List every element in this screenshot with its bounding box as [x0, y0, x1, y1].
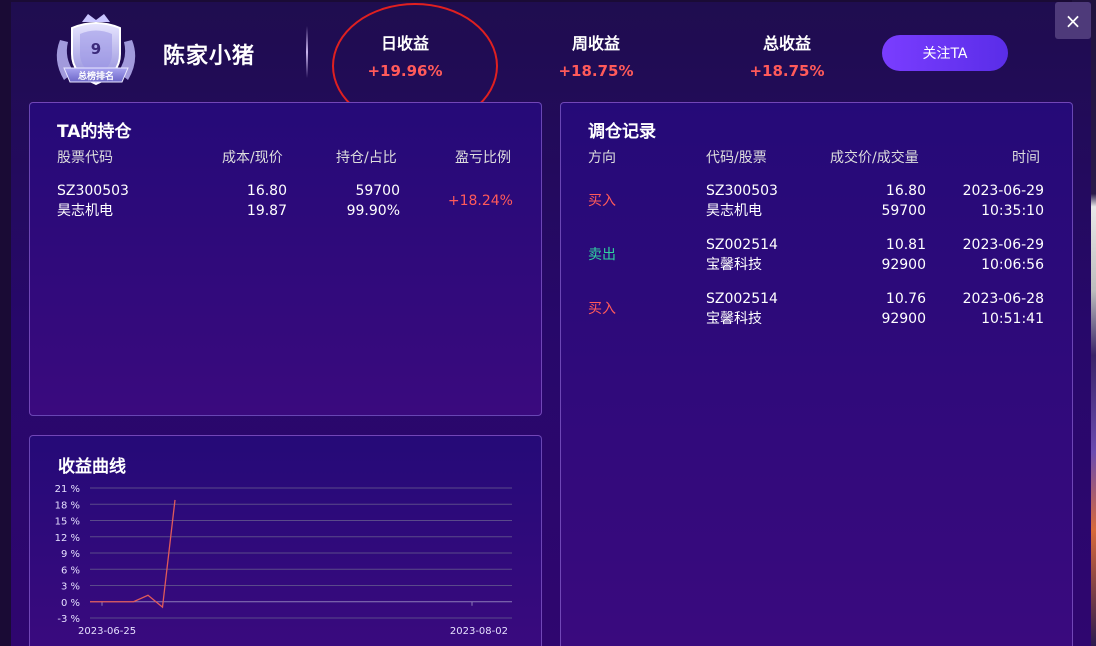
- col-direction: 方向: [588, 150, 616, 166]
- trade-price: 16.80: [885, 183, 926, 199]
- trade-date: 2023-06-28: [962, 291, 1044, 307]
- y-tick-label: 21 %: [55, 484, 80, 495]
- holdings-title: TA的持仓: [57, 122, 132, 142]
- trade-date: 2023-06-29: [962, 237, 1044, 253]
- close-button[interactable]: ×: [1055, 2, 1091, 39]
- holding-code: SZ300503: [57, 183, 129, 199]
- col-pnl: 盈亏比例: [455, 150, 511, 166]
- trade-volume: 59700: [881, 203, 926, 219]
- total-return-stat: 总收益 +18.75%: [717, 30, 857, 80]
- trade-name: 宝馨科技: [706, 311, 762, 327]
- trade-name: 昊志机电: [706, 203, 762, 219]
- header-divider: [306, 26, 308, 78]
- rank-label: 总榜排名: [78, 70, 114, 82]
- total-return-label: 总收益: [762, 34, 811, 53]
- weekly-return-stat: 周收益 +18.75%: [526, 30, 666, 80]
- trade-date: 2023-06-29: [962, 183, 1044, 199]
- series-line: [90, 499, 176, 609]
- rank-number: 9: [91, 40, 101, 58]
- x-tick-label: 2023-06-25: [78, 626, 136, 637]
- trade-price: 10.81: [885, 237, 926, 253]
- close-icon: ×: [1064, 8, 1082, 33]
- curve-title: 收益曲线: [58, 457, 126, 477]
- username: 陈家小猪: [163, 44, 256, 69]
- rank-badge: 9 总榜排名: [56, 14, 136, 86]
- holding-qty: 59700: [355, 183, 400, 199]
- y-tick-label: 6 %: [61, 565, 80, 576]
- trade-time: 10:35:10: [981, 203, 1044, 219]
- trade-volume: 92900: [881, 311, 926, 327]
- follow-button[interactable]: 关注TA: [882, 35, 1008, 71]
- return-curve-chart: 21 % 18 % 15 % 12 % 9 % 6 % 3 % 0 % -3 %2023-06-…: [55, 484, 512, 637]
- trade-code: SZ300503: [706, 183, 778, 199]
- total-return-value: +18.75%: [749, 62, 825, 80]
- trades-title: 调仓记录: [588, 122, 656, 142]
- col-cost-price: 成本/现价: [222, 150, 283, 166]
- y-tick-label: 18 %: [55, 500, 80, 511]
- col-stock-code: 股票代码: [57, 150, 113, 166]
- col-code-stock: 代码/股票: [706, 150, 767, 166]
- holding-name: 昊志机电: [57, 203, 113, 219]
- holding-price: 19.87: [246, 203, 287, 219]
- trade-volume: 92900: [881, 257, 926, 273]
- trade-time: 10:06:56: [981, 257, 1044, 273]
- y-tick-label: 3 %: [61, 582, 80, 593]
- trade-code: SZ002514: [706, 291, 778, 307]
- x-tick-label: 2023-08-02: [450, 626, 508, 637]
- trade-direction: 卖出: [588, 247, 616, 263]
- trade-time: 10:51:41: [981, 311, 1044, 327]
- holding-ratio: 99.90%: [346, 203, 400, 219]
- y-tick-label: 0 %: [61, 598, 80, 609]
- col-time: 时间: [1012, 150, 1040, 166]
- weekly-return-label: 周收益: [571, 34, 620, 53]
- trade-price: 10.76: [885, 291, 926, 307]
- holding-cost: 16.80: [246, 183, 287, 199]
- trade-direction: 买入: [588, 193, 616, 209]
- trade-direction: 买入: [588, 301, 616, 317]
- weekly-return-value: +18.75%: [558, 62, 634, 80]
- y-tick-label: 12 %: [55, 533, 80, 544]
- col-position-ratio: 持仓/占比: [336, 150, 397, 166]
- y-tick-label: 9 %: [61, 549, 80, 560]
- trade-name: 宝馨科技: [706, 257, 762, 273]
- trade-code: SZ002514: [706, 237, 778, 253]
- y-tick-label: 15 %: [55, 517, 80, 528]
- y-tick-label: -3 %: [57, 614, 80, 625]
- col-price-volume: 成交价/成交量: [830, 150, 919, 166]
- follow-button-label: 关注TA: [922, 46, 968, 62]
- holding-pnl: +18.24%: [447, 193, 513, 209]
